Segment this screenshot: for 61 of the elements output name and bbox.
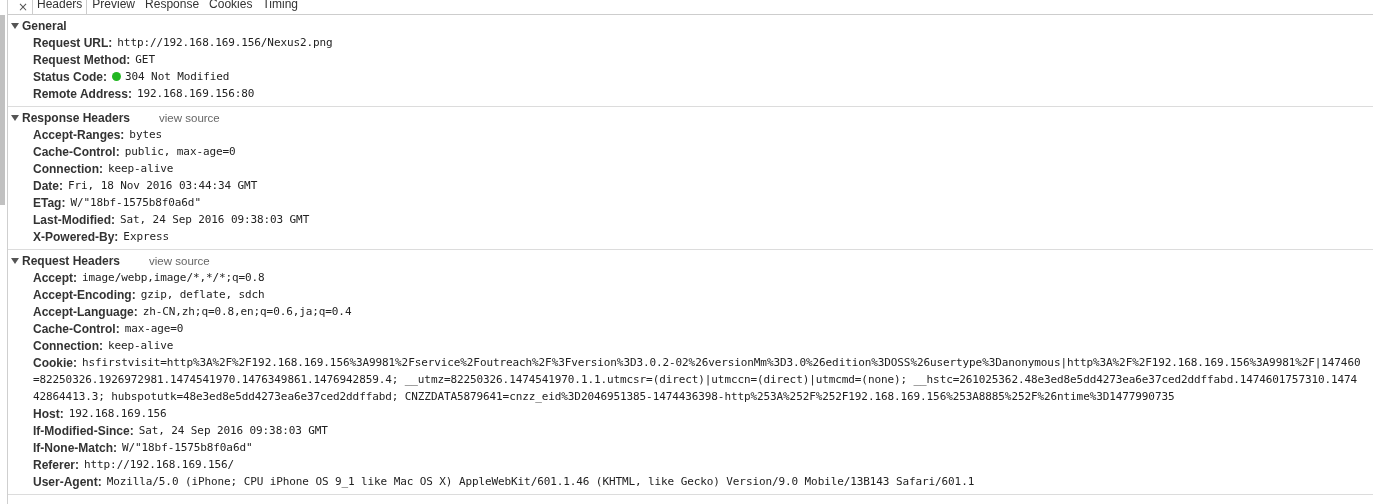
header-name: Date: xyxy=(33,178,63,193)
section-title[interactable]: Request Headers xyxy=(22,254,121,268)
collapse-triangle-icon[interactable] xyxy=(11,22,19,30)
header-name: User-Agent: xyxy=(33,474,102,489)
header-value: W/"18bf-1575b8f0a6d" xyxy=(70,196,201,209)
header-name: Connection: xyxy=(33,338,103,353)
header-value: 304 Not Modified xyxy=(125,70,230,83)
header-name: Referer: xyxy=(33,457,80,472)
header-value: image/webp,image/*,*/*;q=0.8 xyxy=(82,271,265,284)
header-name: Cookie: xyxy=(33,355,77,370)
header-value: Mozilla/5.0 (iPhone; CPU iPhone OS 9_1 like Mac OS X) AppleWebKit/601.1.46 (KHTML, like Gecko) Version/9.0 Mobile/13B143 Safari/601.1 xyxy=(106,475,975,488)
header-value: zh-CN,zh;q=0.8,en;q=0.6,ja;q=0.4 xyxy=(142,305,352,318)
header-value: 192.168.169.156 xyxy=(68,407,167,420)
header-value: bytes xyxy=(129,128,162,141)
header-name: Host: xyxy=(33,406,64,421)
header-name: Accept: xyxy=(33,270,77,285)
header-value: keep-alive xyxy=(108,162,174,175)
header-value: GET xyxy=(135,53,155,66)
section-title[interactable]: Response Headers xyxy=(22,111,131,125)
header-name: Remote Address: xyxy=(33,86,132,101)
header-name: If-None-Match: xyxy=(33,440,117,455)
collapse-triangle-icon[interactable] xyxy=(11,114,19,122)
tab[interactable]: Headers xyxy=(32,0,88,14)
header-value: Sat, 24 Sep 2016 09:38:03 GMT xyxy=(138,424,328,437)
header-value: 42864413.3; hubspotutk=48e3ed8e5dd4273ea6e37ced2ddffabd; CNZZDATA5879641=cnzz_eid%3D2046951385-1474436398-http%253A%252F%252F192.168.169.156%253A8885%252F%26ntime%3D1477990735 xyxy=(33,390,1175,403)
header-name: ETag: xyxy=(33,195,66,210)
header-value: keep-alive xyxy=(108,339,174,352)
header-value: http://192.168.169.156/ xyxy=(84,458,235,471)
header-name: Accept-Ranges: xyxy=(33,127,125,142)
tab[interactable]: Timing xyxy=(257,0,303,14)
header-name: Request Method: xyxy=(33,52,131,67)
tab[interactable]: Cookies xyxy=(204,0,258,14)
header-value: public, max-age=0 xyxy=(124,145,236,158)
close-button[interactable]: × xyxy=(14,0,32,14)
header-value: gzip, deflate, sdch xyxy=(140,288,265,301)
header-name: Last-Modified: xyxy=(33,212,115,227)
header-name: Accept-Language: xyxy=(33,304,138,319)
header-name: Status Code: xyxy=(33,69,107,84)
header-name: Cache-Control: xyxy=(33,144,120,159)
header-value: Sat, 24 Sep 2016 09:38:03 GMT xyxy=(120,213,310,226)
scrollbar-thumb[interactable] xyxy=(0,15,5,205)
header-value: Fri, 18 Nov 2016 03:44:34 GMT xyxy=(68,179,258,192)
tab[interactable]: Response xyxy=(140,0,205,14)
header-value: hsfirstvisit=http%3A%2F%2F192.168.169.156%3A9981%2Fservice%2Foutreach%2F%3Fversion%3D3.0.2-02%26versionMm%3D3.0%26edition%3DOSS%26usertype%3Danonymous|http%3A%2F%2F192.168.169.156%3A9981%2F|147460 xyxy=(82,356,1361,369)
header-value: max-age=0 xyxy=(124,322,184,335)
header-value: http://192.168.169.156/Nexus2.png xyxy=(117,36,333,49)
header-value: W/"18bf-1575b8f0a6d" xyxy=(122,441,253,454)
view-source-link[interactable]: view source xyxy=(159,112,220,124)
header-name: Connection: xyxy=(33,161,103,176)
header-name: Cache-Control: xyxy=(33,321,120,336)
section-title[interactable]: General xyxy=(22,19,67,33)
view-source-link[interactable]: view source xyxy=(149,255,210,267)
tab[interactable]: Preview xyxy=(87,0,141,14)
header-name: If-Modified-Since: xyxy=(33,423,134,438)
header-name: X-Powered-By: xyxy=(33,229,119,244)
header-name: Request URL: xyxy=(33,35,113,50)
header-value: 192.168.169.156:80 xyxy=(136,87,255,100)
header-name: Accept-Encoding: xyxy=(33,287,136,302)
collapse-triangle-icon[interactable] xyxy=(11,257,19,265)
header-value: Express xyxy=(123,230,170,243)
header-value: =82250326.1926972981.1474541970.1476349861.1476942859.4; __utmz=82250326.1474541970.1.1.utmcsr=(direct)|utmccn=(direct)|utmcmd=(none); __hstc=261025362.48e3ed8e5dd4273ea6e37ced2ddffabd.1474601757310.1474 xyxy=(33,373,1358,386)
